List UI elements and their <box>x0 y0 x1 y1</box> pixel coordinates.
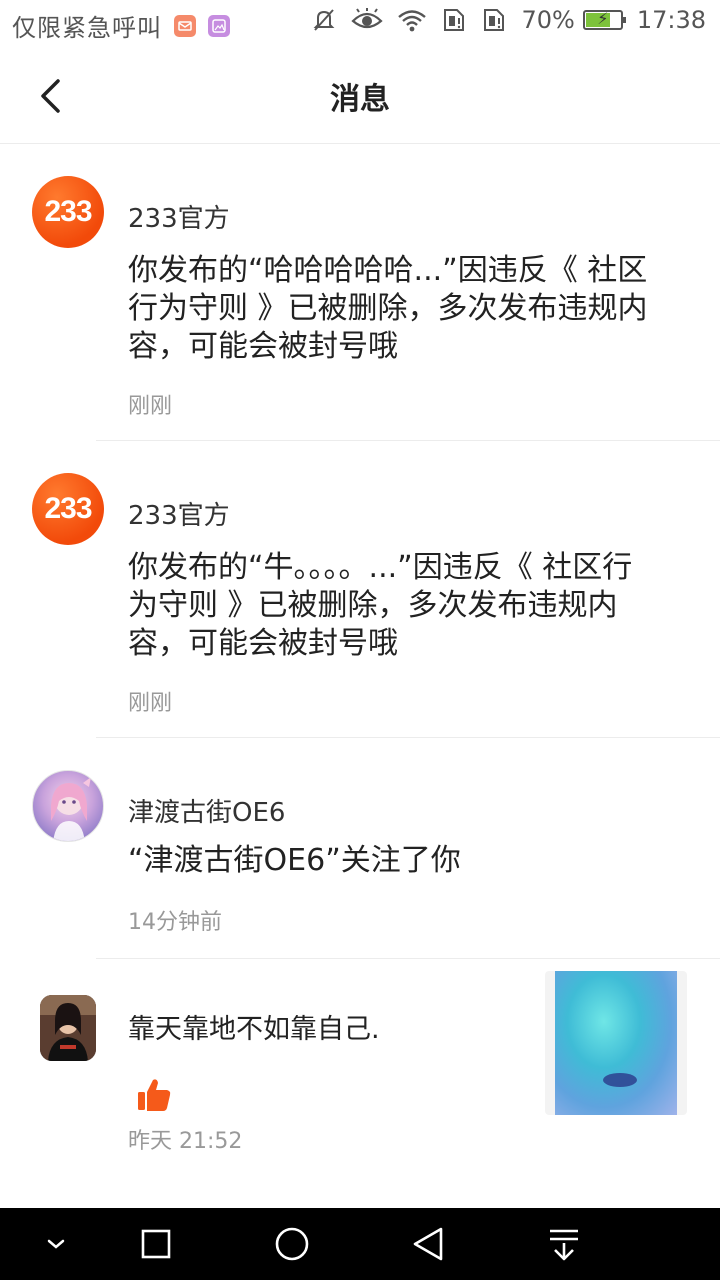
message-time: 14分钟前 <box>128 910 222 935</box>
official-233-avatar[interactable]: 233 <box>32 473 104 545</box>
screen: 仅限紧急呼叫 70% ⚡ 17:38 消息 233 233官方 你发布的“哈哈哈… <box>0 0 720 1280</box>
back-icon[interactable] <box>408 1224 448 1264</box>
sender-name: 津渡古街OE6 <box>128 798 286 828</box>
recent-apps-icon[interactable] <box>136 1224 176 1264</box>
status-time: 17:38 <box>636 6 706 34</box>
thumbnail-blob <box>603 1073 637 1087</box>
avatar-logo-text: 233 <box>44 195 92 228</box>
user-avatar[interactable] <box>40 995 96 1061</box>
thumbs-up-icon[interactable] <box>128 1069 180 1121</box>
carrier-label: 仅限紧急呼叫 <box>12 14 162 42</box>
page-title: 消息 <box>330 82 390 117</box>
message-item[interactable]: 津渡古街OE6 “津渡古街OE6”关注了你 14分钟前 <box>0 738 720 959</box>
status-left: 仅限紧急呼叫 <box>12 8 230 43</box>
wifi-icon <box>397 8 427 32</box>
message-item[interactable]: 靠天靠地不如靠自己. 昨天 21:52 <box>0 959 720 1209</box>
header: 消息 <box>0 50 720 144</box>
thumbnail-image <box>555 971 677 1115</box>
sim1-icon <box>441 7 467 33</box>
anime-avatar-image <box>51 777 91 841</box>
status-bar: 仅限紧急呼叫 70% ⚡ 17:38 <box>0 0 720 50</box>
charging-bolt-icon: ⚡ <box>597 9 609 28</box>
sender-name: 233官方 <box>128 204 230 234</box>
message-item[interactable]: 233 233官方 你发布的“哈哈哈哈哈...”因违反《 社区行为守则 》已被删… <box>0 144 720 441</box>
navigation-bar <box>0 1208 720 1280</box>
message-time: 刚刚 <box>128 691 173 716</box>
battery-icon: ⚡ <box>582 9 626 30</box>
official-233-avatar[interactable]: 233 <box>32 176 104 248</box>
message-time: 昨天 21:52 <box>128 1129 243 1154</box>
message-time: 刚刚 <box>128 394 173 419</box>
status-right: 70% ⚡ 17:38 <box>297 6 706 34</box>
eye-care-icon <box>351 8 384 32</box>
gallery-app-icon <box>208 14 230 37</box>
message-content: 你发布的“哈哈哈哈哈...”因违反《 社区行为守则 》已被删除，多次发布违规内容… <box>128 253 648 364</box>
collapse-icon[interactable] <box>36 1224 76 1264</box>
message-content: “津渡古街OE6”关注了你 <box>128 843 461 878</box>
home-icon[interactable] <box>272 1224 312 1264</box>
user-avatar[interactable] <box>32 770 104 842</box>
message-list: 233 233官方 你发布的“哈哈哈哈哈...”因违反《 社区行为守则 》已被删… <box>0 144 720 1209</box>
sender-name: 233官方 <box>128 501 230 531</box>
sim2-icon <box>481 7 507 33</box>
mute-icon <box>311 7 337 33</box>
message-content: 你发布的“牛。。。。...”因违反《 社区行为守则 》已被删除，多次发布违规内容… <box>128 550 633 661</box>
pull-down-icon[interactable] <box>544 1224 584 1264</box>
battery-percent: 70% <box>521 6 575 34</box>
photo-avatar-image <box>40 995 96 1061</box>
notification-app-icon <box>174 14 196 37</box>
message-item[interactable]: 233 233官方 你发布的“牛。。。。...”因违反《 社区行为守则 》已被删… <box>0 441 720 738</box>
post-thumbnail[interactable] <box>545 971 687 1115</box>
avatar-logo-text: 233 <box>44 492 92 525</box>
